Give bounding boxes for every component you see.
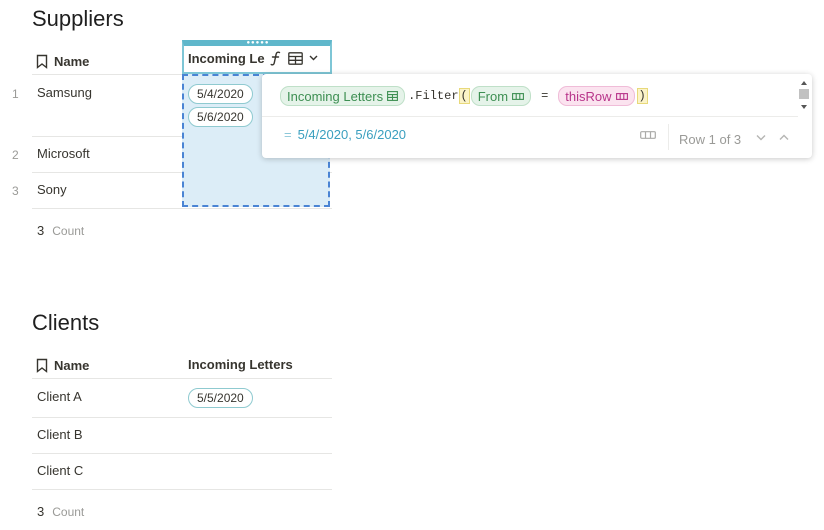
clients-letters-header[interactable]: Incoming Letters xyxy=(188,357,293,372)
suppliers-title: Suppliers xyxy=(32,6,124,31)
row-number: 1 xyxy=(12,87,19,101)
table-icon[interactable] xyxy=(288,51,303,65)
row-divider xyxy=(32,208,332,209)
result-value: 5/4/2020, 5/6/2020 xyxy=(297,127,407,142)
row-divider xyxy=(32,417,332,418)
count-label: Count xyxy=(52,224,85,238)
column-icon xyxy=(512,92,525,100)
popup-divider xyxy=(262,116,798,117)
letter-chip[interactable]: 5/5/2020 xyxy=(188,388,253,408)
chevron-up-icon[interactable] xyxy=(779,134,789,141)
row-indicator: Row 1 of 3 xyxy=(679,132,742,147)
suppliers-name-header[interactable]: Name xyxy=(36,46,89,76)
open-paren: ( xyxy=(458,88,470,104)
field-reference-pill[interactable]: From xyxy=(470,86,532,106)
table-pill-label: Incoming Letters xyxy=(287,88,384,104)
name-header-label: Name xyxy=(54,357,90,373)
formula-result: = 5/4/2020, 5/6/2020 xyxy=(284,127,406,142)
client-name[interactable]: Client A xyxy=(37,389,82,404)
clients-count[interactable]: 3 Count xyxy=(37,504,84,519)
chevron-down-icon[interactable] xyxy=(309,55,318,61)
clients-title: Clients xyxy=(32,310,100,335)
row-icon xyxy=(615,92,628,100)
equals-operator: = xyxy=(541,89,549,103)
count-label: Count xyxy=(52,505,85,519)
supplier-name[interactable]: Sony xyxy=(37,182,67,197)
column-drag-handle[interactable]: ●●●●● xyxy=(244,40,272,46)
letter-chip[interactable]: 5/4/2020 xyxy=(188,84,253,104)
supplier-name[interactable]: Samsung xyxy=(37,85,92,100)
this-row-label: thisRow xyxy=(565,88,612,104)
bookmark-icon xyxy=(36,54,48,69)
scrollbar[interactable] xyxy=(798,78,810,112)
chevron-down-icon[interactable] xyxy=(756,134,766,141)
count-value: 3 xyxy=(37,223,45,238)
row-divider xyxy=(32,453,332,454)
table-reference-pill[interactable]: Incoming Letters xyxy=(280,86,406,106)
letter-chip[interactable]: 5/6/2020 xyxy=(188,107,253,127)
incoming-letters-column-header[interactable]: ●●●●● Incoming Le xyxy=(182,40,332,74)
client-name[interactable]: Client C xyxy=(37,463,83,478)
clients-name-header[interactable]: Name xyxy=(36,350,89,380)
field-pill-label: From xyxy=(477,88,509,104)
filter-method: .Filter xyxy=(408,89,459,103)
supplier-name[interactable]: Microsoft xyxy=(37,146,90,161)
row-divider xyxy=(32,489,332,490)
link-icon[interactable] xyxy=(640,130,656,140)
formula-popup: Incoming Letters .Filter ( From = thisRo… xyxy=(262,74,812,158)
this-row-pill[interactable]: thisRow xyxy=(558,86,635,106)
clients-table: Name Incoming Letters Client A 5/5/2020 … xyxy=(32,348,332,530)
formula-expression[interactable]: Incoming Letters .Filter ( From = thisRo… xyxy=(280,86,648,106)
result-prefix: = xyxy=(284,127,292,142)
name-header-label: Name xyxy=(54,53,90,69)
table-icon xyxy=(387,91,399,101)
suppliers-count[interactable]: 3 Count xyxy=(37,223,84,238)
client-name[interactable]: Client B xyxy=(37,427,83,442)
row-number: 2 xyxy=(12,148,19,162)
popup-vertical-divider xyxy=(668,124,669,150)
bookmark-icon xyxy=(36,358,48,373)
count-value: 3 xyxy=(37,504,45,519)
formula-icon[interactable] xyxy=(270,50,282,66)
row-number: 3 xyxy=(12,184,19,198)
column-header-label: Incoming Le xyxy=(188,51,265,66)
header-divider xyxy=(32,378,332,379)
close-paren: ) xyxy=(636,88,648,104)
